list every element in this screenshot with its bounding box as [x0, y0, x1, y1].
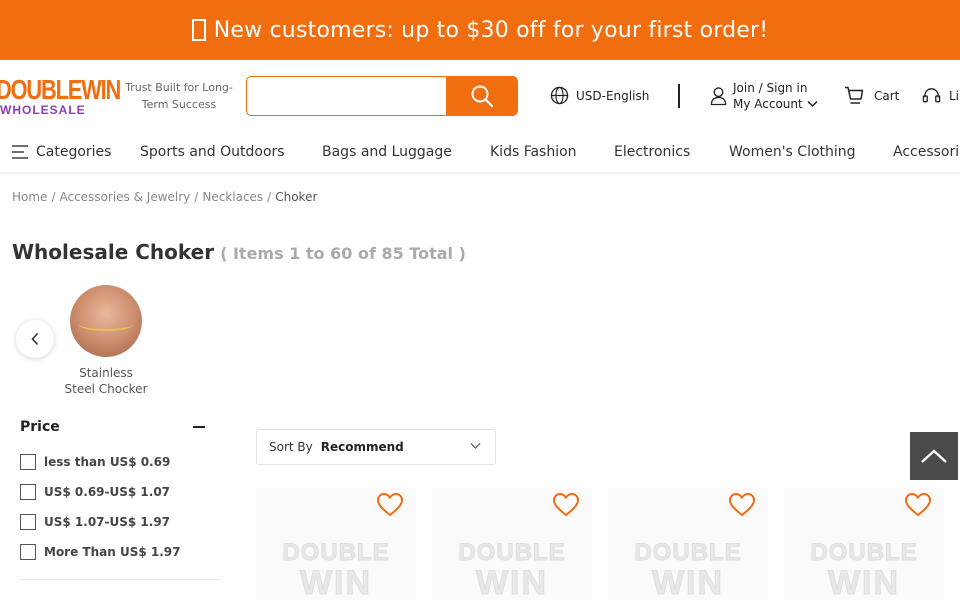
heart-icon[interactable] [728, 492, 756, 518]
heart-icon[interactable] [552, 492, 580, 518]
currency-language-selector[interactable]: USD-English [550, 86, 649, 105]
price-checkbox[interactable] [20, 484, 36, 500]
filter-divider [20, 579, 220, 580]
category-nav: Categories Sports and Outdoors Bags and … [0, 132, 960, 172]
cart-icon [845, 86, 864, 104]
search-bar [246, 76, 518, 116]
globe-icon [550, 86, 569, 105]
price-option-label: More Than US$ 1.97 [44, 545, 181, 559]
search-icon [471, 85, 493, 108]
price-checkbox[interactable] [20, 514, 36, 530]
sort-label: Sort By [269, 440, 313, 454]
search-button[interactable] [446, 77, 517, 115]
breadcrumb-current: Choker [275, 190, 318, 204]
chevron-left-icon [31, 332, 39, 346]
product-card[interactable]: DOUBLE WIN [256, 488, 416, 600]
nav-item-womens-clothing[interactable]: Women's Clothing [729, 144, 856, 160]
image-placeholder: DOUBLE WIN [634, 539, 742, 600]
live-help-button[interactable]: Li [922, 86, 959, 105]
price-option[interactable]: US$ 0.69-US$ 1.07 [20, 484, 170, 500]
price-option-label: US$ 0.69-US$ 1.07 [44, 485, 171, 499]
price-checkbox[interactable] [20, 454, 36, 470]
tagline: Trust Built for Long-Term Success [125, 81, 233, 111]
sort-value: Recommend [320, 440, 404, 454]
headset-icon [922, 88, 941, 103]
product-card[interactable]: DOUBLE WIN [432, 488, 592, 600]
nav-item-electronics[interactable]: Electronics [614, 144, 690, 160]
categories-label: Categories [36, 144, 112, 160]
nav-item-bags[interactable]: Bags and Luggage [322, 144, 452, 160]
user-icon [710, 87, 727, 106]
gift-icon [191, 19, 206, 41]
promo-banner[interactable]: New customers: up to $30 off for your fi… [0, 0, 960, 60]
heart-icon[interactable] [376, 492, 404, 518]
price-filter-title[interactable]: Price [20, 419, 60, 435]
chevron-down-icon [807, 100, 818, 108]
image-placeholder: DOUBLE WIN [282, 539, 390, 600]
sign-in-link[interactable]: Join / Sign in [733, 80, 818, 96]
page-title: Wholesale Choker ( Items 1 to 60 of 85 To… [12, 240, 466, 264]
breadcrumb-necklaces[interactable]: Necklaces [202, 190, 263, 204]
collapse-icon[interactable] [193, 426, 205, 428]
back-to-top-button[interactable] [910, 432, 958, 480]
breadcrumb: Home / Accessories & Jewelry / Necklaces / Cho… [12, 190, 318, 204]
breadcrumb-home[interactable]: Home [12, 190, 47, 204]
image-placeholder: DOUBLE WIN [458, 539, 566, 600]
page-title-text: Wholesale Choker [12, 240, 215, 264]
nav-item-sports[interactable]: Sports and Outdoors [140, 144, 285, 160]
item-count: ( Items 1 to 60 of 85 Total ) [220, 244, 466, 263]
price-option[interactable]: less than US$ 0.69 [20, 454, 170, 470]
my-account-label: My Account [733, 97, 803, 111]
menu-icon [12, 145, 28, 159]
image-placeholder: DOUBLE WIN [810, 539, 918, 600]
breadcrumb-accessories[interactable]: Accessories & Jewelry [59, 190, 190, 204]
product-card[interactable]: DOUBLE WIN [784, 488, 944, 600]
nav-item-kids[interactable]: Kids Fashion [490, 144, 577, 160]
help-label: Li [949, 88, 960, 103]
heart-icon[interactable] [904, 492, 932, 518]
sort-dropdown[interactable]: Sort By Recommend [256, 429, 496, 465]
categories-menu[interactable]: Categories [12, 144, 111, 160]
price-option[interactable]: US$ 1.07-US$ 1.97 [20, 514, 170, 530]
currency-label: USD-English [576, 88, 650, 103]
cart-label: Cart [874, 88, 900, 103]
logo-wordmark: DOUBLEWIN [0, 74, 121, 105]
carousel-prev-button[interactable] [16, 320, 54, 358]
chevron-down-icon [470, 443, 481, 449]
price-option-label: less than US$ 0.69 [44, 455, 171, 469]
price-option[interactable]: More Than US$ 1.97 [20, 544, 181, 560]
site-header: DOUBLEWIN WHOLESALE Trust Built for Long… [0, 60, 960, 132]
account-menu[interactable]: Join / Sign in My Account [710, 80, 818, 112]
subcategory-label: Stainless Steel Chocker [64, 366, 148, 396]
cart-button[interactable]: Cart [844, 86, 899, 105]
arrow-up-icon [921, 449, 947, 463]
subcategory-card[interactable]: Stainless Steel Chocker [62, 285, 150, 397]
logo-subtitle: WHOLESALE [0, 103, 86, 117]
promo-text: New customers: up to $30 off for your fi… [213, 17, 769, 43]
logo[interactable]: DOUBLEWIN WHOLESALE [0, 74, 121, 118]
nav-item-accessories[interactable]: Accessori [893, 144, 959, 160]
price-checkbox[interactable] [20, 544, 36, 560]
subcategory-image [70, 285, 142, 357]
price-option-label: US$ 1.07-US$ 1.97 [44, 515, 171, 529]
product-card[interactable]: DOUBLE WIN [608, 488, 768, 600]
header-divider [678, 84, 680, 108]
search-input[interactable] [247, 77, 447, 115]
